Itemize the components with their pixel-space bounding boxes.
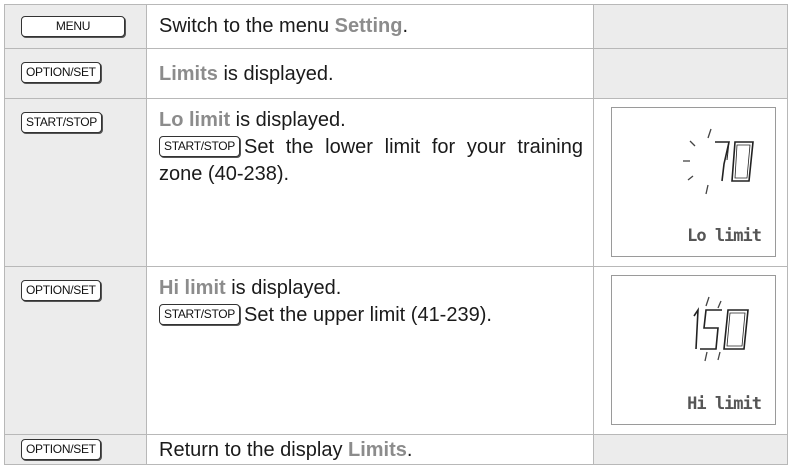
- step-detail: Set the upper limit (41-239).: [244, 304, 492, 326]
- lcd-label: Lo limit: [687, 226, 762, 246]
- watch-display-hi-limit: Hi limit: [611, 275, 776, 425]
- step-text: is displayed.: [217, 63, 334, 85]
- step-text-end: .: [402, 15, 408, 37]
- lcd-label: Hi limit: [687, 394, 762, 414]
- step-text: is displayed.: [230, 109, 346, 131]
- start-stop-inline-key: START/STOP: [159, 304, 241, 325]
- instruction-table: MENU Switch to the menu Setting. OPTION/…: [4, 4, 788, 465]
- highlight-text: Hi limit: [159, 277, 226, 299]
- highlight-text: Limits: [159, 63, 218, 85]
- step-text: Switch to the menu: [159, 15, 335, 37]
- table-row: MENU Switch to the menu Setting.: [4, 4, 788, 49]
- table-row: START/STOP Lo limit is displayed. START/…: [4, 98, 788, 267]
- step-text: Return to the display: [159, 439, 348, 461]
- watch-display-lo-limit: Lo limit: [611, 107, 776, 257]
- option-set-button: OPTION/SET: [21, 439, 101, 460]
- start-stop-button: START/STOP: [21, 112, 103, 133]
- option-set-button: OPTION/SET: [21, 280, 101, 301]
- start-stop-inline-key: START/STOP: [159, 136, 241, 157]
- empty-display-cell: [593, 48, 788, 99]
- highlight-text: Setting: [334, 15, 403, 37]
- step-text-end: .: [406, 439, 413, 461]
- highlight-text: Lo limit: [159, 109, 231, 131]
- table-row: OPTION/SET Hi limit is displayed. START/…: [4, 266, 788, 435]
- empty-display-cell: [593, 4, 788, 49]
- highlight-text: Limits: [348, 439, 407, 461]
- option-set-button: OPTION/SET: [21, 62, 101, 83]
- menu-button: MENU: [21, 16, 125, 37]
- step-text: is displayed.: [225, 277, 342, 299]
- table-row: OPTION/SET Return to the display Limits.: [4, 434, 788, 465]
- table-row: OPTION/SET Limits is displayed.: [4, 48, 788, 99]
- empty-display-cell: [593, 434, 788, 465]
